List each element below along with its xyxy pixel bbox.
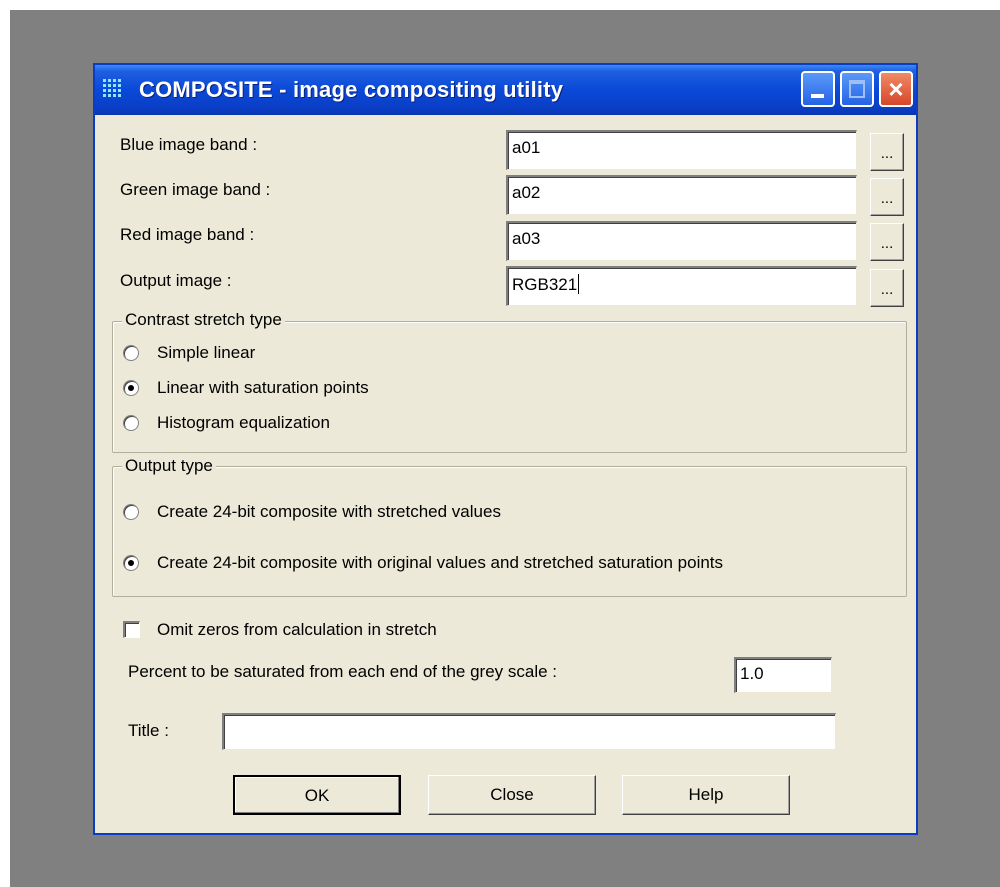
text-cursor <box>578 274 580 294</box>
radio-original-values[interactable] <box>123 555 139 571</box>
percent-saturated-label: Percent to be saturated from each end of… <box>128 662 558 681</box>
radio-linear-saturation[interactable] <box>123 380 139 396</box>
help-button[interactable]: Help <box>622 775 790 815</box>
close-button[interactable]: Close <box>428 775 596 815</box>
red-band-browse-button[interactable]: ... <box>870 223 904 261</box>
close-icon: × <box>888 74 904 104</box>
radio-simple-linear[interactable] <box>123 345 139 361</box>
close-window-button[interactable]: × <box>879 71 913 107</box>
output-image-label: Output image : <box>120 271 232 290</box>
grid-dots-icon <box>103 79 125 99</box>
minimize-button[interactable] <box>801 71 835 107</box>
omit-zeros-checkbox[interactable] <box>123 621 140 638</box>
radio-original-values-label[interactable]: Create 24-bit composite with original va… <box>157 553 723 573</box>
minimize-icon <box>811 94 824 98</box>
radio-histogram-equalization[interactable] <box>123 415 139 431</box>
title-field-label: Title : <box>128 721 169 740</box>
red-band-label: Red image band : <box>120 225 255 244</box>
maximize-button[interactable] <box>840 71 874 107</box>
window-title: COMPOSITE - image compositing utility <box>139 77 564 102</box>
omit-zeros-label[interactable]: Omit zeros from calculation in stretch <box>157 620 437 640</box>
ok-button[interactable]: OK <box>233 775 401 815</box>
output-type-title: Output type <box>122 456 216 476</box>
percent-saturated-input[interactable]: 1.0 <box>734 657 832 693</box>
contrast-stretch-title: Contrast stretch type <box>122 310 285 330</box>
radio-histogram-equalization-label[interactable]: Histogram equalization <box>157 413 330 433</box>
output-type-group <box>112 466 907 597</box>
radio-stretched-values[interactable] <box>123 504 139 520</box>
radio-stretched-values-label[interactable]: Create 24-bit composite with stretched v… <box>157 502 501 522</box>
blue-band-label: Blue image band : <box>120 135 258 154</box>
radio-linear-saturation-label[interactable]: Linear with saturation points <box>157 378 369 398</box>
output-image-browse-button[interactable]: ... <box>870 269 904 307</box>
green-band-label: Green image band : <box>120 180 271 199</box>
output-image-value: RGB321 <box>512 275 578 294</box>
output-image-input[interactable]: RGB321 <box>506 266 857 306</box>
radio-simple-linear-label[interactable]: Simple linear <box>157 343 255 363</box>
green-band-input[interactable]: a02 <box>506 175 857 215</box>
maximize-icon <box>849 80 865 98</box>
title-input[interactable] <box>222 713 836 750</box>
green-band-browse-button[interactable]: ... <box>870 178 904 216</box>
red-band-input[interactable]: a03 <box>506 221 857 261</box>
blue-band-input[interactable]: a01 <box>506 130 857 170</box>
title-bar[interactable]: COMPOSITE - image compositing utility × <box>95 65 916 115</box>
blue-band-browse-button[interactable]: ... <box>870 133 904 171</box>
